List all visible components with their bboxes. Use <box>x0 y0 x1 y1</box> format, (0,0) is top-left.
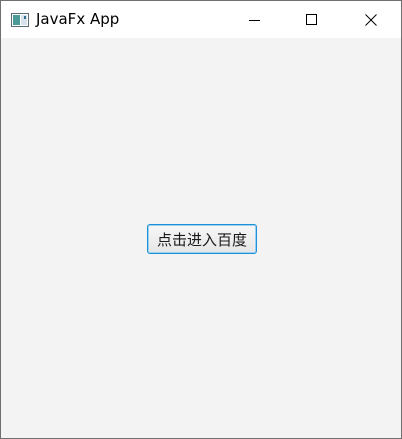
window-title: JavaFx App <box>36 10 120 28</box>
maximize-icon <box>306 13 317 25</box>
content-area: 点击进入百度 <box>1 38 401 438</box>
app-window: JavaFx App 点击进入百度 <box>0 0 402 439</box>
minimize-button[interactable] <box>232 1 278 38</box>
minimize-icon <box>249 19 260 21</box>
app-icon <box>11 12 29 27</box>
maximize-button[interactable] <box>289 1 335 38</box>
open-baidu-button[interactable]: 点击进入百度 <box>147 224 257 254</box>
close-icon <box>365 13 377 26</box>
title-bar[interactable]: JavaFx App <box>1 1 401 38</box>
close-button[interactable] <box>348 1 394 38</box>
